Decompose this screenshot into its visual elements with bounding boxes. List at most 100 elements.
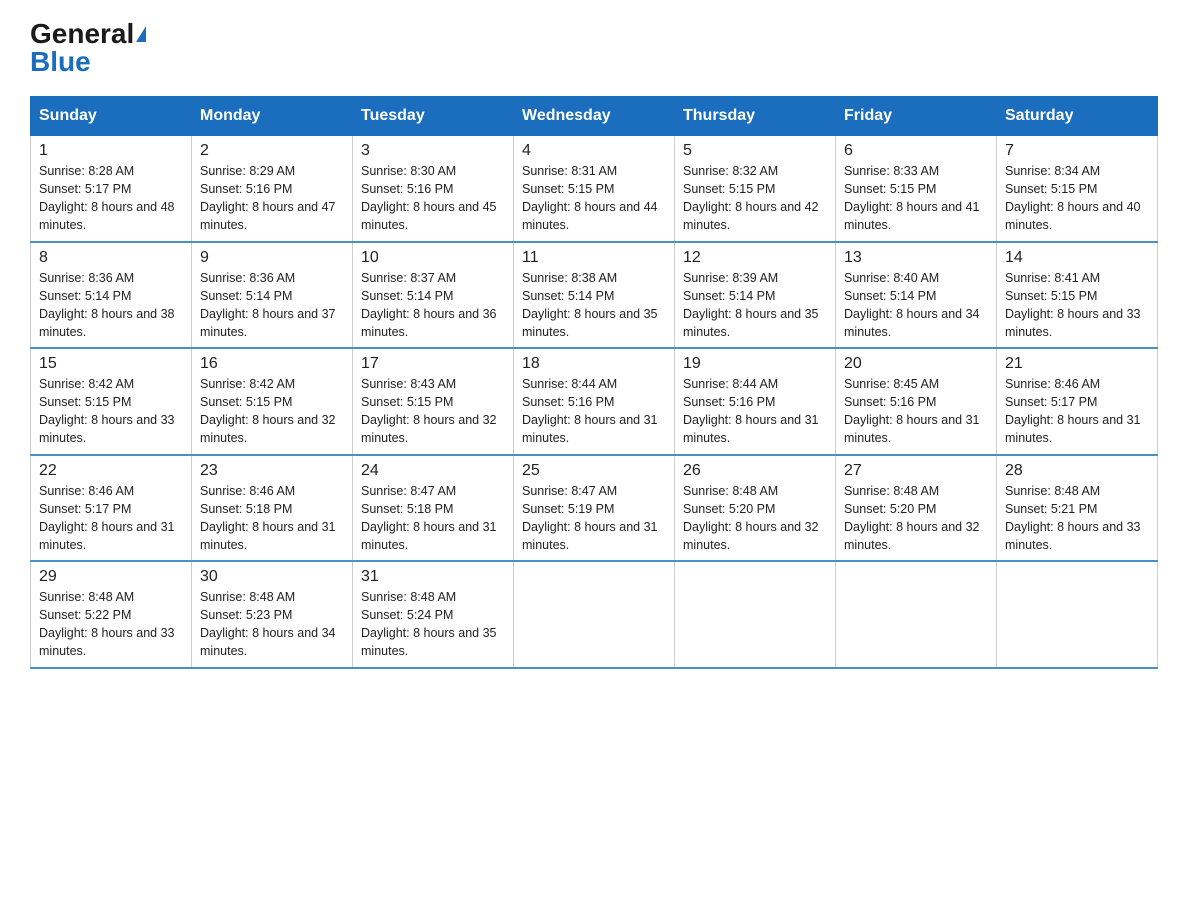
calendar-week-1: 1 Sunrise: 8:28 AMSunset: 5:17 PMDaylight… — [31, 136, 1158, 242]
weekday-header-friday: Friday — [836, 97, 997, 136]
calendar-day-cell — [514, 561, 675, 668]
calendar-week-5: 29Sunrise: 8:48 AMSunset: 5:22 PMDayligh… — [31, 561, 1158, 668]
day-info: Sunrise: 8:31 AMSunset: 5:15 PMDaylight:… — [522, 162, 666, 235]
day-info: Sunrise: 8:43 AMSunset: 5:15 PMDaylight:… — [361, 375, 505, 448]
calendar-day-cell: 23 Sunrise: 8:46 AMSunset: 5:18 PMDayligh… — [192, 455, 353, 562]
weekday-header-saturday: Saturday — [997, 97, 1158, 136]
day-info: Sunrise: 8:34 AMSunset: 5:15 PMDaylight:… — [1005, 162, 1149, 235]
day-number: 15 — [39, 355, 183, 373]
day-info: Sunrise: 8:47 AMSunset: 5:19 PMDaylight:… — [522, 482, 666, 555]
calendar-table: SundayMondayTuesdayWednesdayThursdayFrid… — [30, 96, 1158, 669]
day-info: Sunrise: 8:44 AMSunset: 5:16 PMDaylight:… — [522, 375, 666, 448]
day-number: 8 — [39, 249, 183, 267]
calendar-day-cell: 19 Sunrise: 8:44 AMSunset: 5:16 PMDayligh… — [675, 348, 836, 455]
calendar-day-cell: 17Sunrise: 8:43 AMSunset: 5:15 PMDayligh… — [353, 348, 514, 455]
day-info: Sunrise: 8:29 AMSunset: 5:16 PMDaylight:… — [200, 162, 344, 235]
day-number: 9 — [200, 249, 344, 267]
calendar-day-cell: 11 Sunrise: 8:38 AMSunset: 5:14 PMDayligh… — [514, 242, 675, 349]
day-number: 22 — [39, 462, 183, 480]
calendar-day-cell: 29Sunrise: 8:48 AMSunset: 5:22 PMDayligh… — [31, 561, 192, 668]
calendar-body: 1 Sunrise: 8:28 AMSunset: 5:17 PMDaylight… — [31, 136, 1158, 668]
day-info: Sunrise: 8:33 AMSunset: 5:15 PMDaylight:… — [844, 162, 988, 235]
day-number: 7 — [1005, 142, 1149, 160]
day-number: 28 — [1005, 462, 1149, 480]
day-info: Sunrise: 8:42 AMSunset: 5:15 PMDaylight:… — [200, 375, 344, 448]
weekday-header-sunday: Sunday — [31, 97, 192, 136]
calendar-day-cell — [675, 561, 836, 668]
calendar-day-cell: 27 Sunrise: 8:48 AMSunset: 5:20 PMDayligh… — [836, 455, 997, 562]
logo: General Blue — [30, 20, 146, 76]
calendar-day-cell: 31 Sunrise: 8:48 AMSunset: 5:24 PMDayligh… — [353, 561, 514, 668]
day-number: 5 — [683, 142, 827, 160]
day-info: Sunrise: 8:48 AMSunset: 5:21 PMDaylight:… — [1005, 482, 1149, 555]
day-number: 27 — [844, 462, 988, 480]
calendar-day-cell: 10 Sunrise: 8:37 AMSunset: 5:14 PMDayligh… — [353, 242, 514, 349]
calendar-day-cell: 26Sunrise: 8:48 AMSunset: 5:20 PMDayligh… — [675, 455, 836, 562]
day-number: 26 — [683, 462, 827, 480]
calendar-day-cell: 25 Sunrise: 8:47 AMSunset: 5:19 PMDayligh… — [514, 455, 675, 562]
calendar-day-cell: 6 Sunrise: 8:33 AMSunset: 5:15 PMDaylight… — [836, 136, 997, 242]
calendar-header: SundayMondayTuesdayWednesdayThursdayFrid… — [31, 97, 1158, 136]
calendar-day-cell — [836, 561, 997, 668]
weekday-header-thursday: Thursday — [675, 97, 836, 136]
day-number: 30 — [200, 568, 344, 586]
calendar-day-cell: 18 Sunrise: 8:44 AMSunset: 5:16 PMDayligh… — [514, 348, 675, 455]
calendar-day-cell: 3 Sunrise: 8:30 AMSunset: 5:16 PMDaylight… — [353, 136, 514, 242]
calendar-day-cell: 9 Sunrise: 8:36 AMSunset: 5:14 PMDaylight… — [192, 242, 353, 349]
day-number: 19 — [683, 355, 827, 373]
day-number: 31 — [361, 568, 505, 586]
day-info: Sunrise: 8:28 AMSunset: 5:17 PMDaylight:… — [39, 162, 183, 235]
logo-general-text: General — [30, 20, 134, 48]
day-number: 11 — [522, 249, 666, 267]
day-info: Sunrise: 8:48 AMSunset: 5:20 PMDaylight:… — [844, 482, 988, 555]
weekday-header-tuesday: Tuesday — [353, 97, 514, 136]
day-number: 12 — [683, 249, 827, 267]
day-info: Sunrise: 8:41 AMSunset: 5:15 PMDaylight:… — [1005, 269, 1149, 342]
day-info: Sunrise: 8:40 AMSunset: 5:14 PMDaylight:… — [844, 269, 988, 342]
day-info: Sunrise: 8:37 AMSunset: 5:14 PMDaylight:… — [361, 269, 505, 342]
day-number: 24 — [361, 462, 505, 480]
weekday-header-row: SundayMondayTuesdayWednesdayThursdayFrid… — [31, 97, 1158, 136]
weekday-header-monday: Monday — [192, 97, 353, 136]
day-info: Sunrise: 8:46 AMSunset: 5:17 PMDaylight:… — [39, 482, 183, 555]
calendar-week-2: 8 Sunrise: 8:36 AMSunset: 5:14 PMDaylight… — [31, 242, 1158, 349]
day-number: 16 — [200, 355, 344, 373]
day-info: Sunrise: 8:46 AMSunset: 5:18 PMDaylight:… — [200, 482, 344, 555]
calendar-day-cell: 8 Sunrise: 8:36 AMSunset: 5:14 PMDaylight… — [31, 242, 192, 349]
day-number: 13 — [844, 249, 988, 267]
calendar-day-cell: 20Sunrise: 8:45 AMSunset: 5:16 PMDayligh… — [836, 348, 997, 455]
day-info: Sunrise: 8:42 AMSunset: 5:15 PMDaylight:… — [39, 375, 183, 448]
day-number: 1 — [39, 142, 183, 160]
calendar-day-cell: 13 Sunrise: 8:40 AMSunset: 5:14 PMDayligh… — [836, 242, 997, 349]
day-info: Sunrise: 8:36 AMSunset: 5:14 PMDaylight:… — [200, 269, 344, 342]
day-number: 2 — [200, 142, 344, 160]
day-info: Sunrise: 8:46 AMSunset: 5:17 PMDaylight:… — [1005, 375, 1149, 448]
day-number: 21 — [1005, 355, 1149, 373]
day-info: Sunrise: 8:30 AMSunset: 5:16 PMDaylight:… — [361, 162, 505, 235]
day-number: 10 — [361, 249, 505, 267]
calendar-day-cell: 1 Sunrise: 8:28 AMSunset: 5:17 PMDaylight… — [31, 136, 192, 242]
calendar-day-cell: 24Sunrise: 8:47 AMSunset: 5:18 PMDayligh… — [353, 455, 514, 562]
calendar-day-cell: 4Sunrise: 8:31 AMSunset: 5:15 PMDaylight… — [514, 136, 675, 242]
calendar-day-cell: 7 Sunrise: 8:34 AMSunset: 5:15 PMDaylight… — [997, 136, 1158, 242]
page-header: General Blue — [30, 20, 1158, 76]
day-number: 6 — [844, 142, 988, 160]
day-info: Sunrise: 8:48 AMSunset: 5:24 PMDaylight:… — [361, 588, 505, 661]
logo-triangle-icon — [136, 26, 146, 42]
logo-blue-text: Blue — [30, 48, 91, 76]
day-info: Sunrise: 8:38 AMSunset: 5:14 PMDaylight:… — [522, 269, 666, 342]
day-info: Sunrise: 8:32 AMSunset: 5:15 PMDaylight:… — [683, 162, 827, 235]
day-info: Sunrise: 8:44 AMSunset: 5:16 PMDaylight:… — [683, 375, 827, 448]
day-info: Sunrise: 8:48 AMSunset: 5:23 PMDaylight:… — [200, 588, 344, 661]
day-number: 18 — [522, 355, 666, 373]
day-info: Sunrise: 8:36 AMSunset: 5:14 PMDaylight:… — [39, 269, 183, 342]
day-number: 14 — [1005, 249, 1149, 267]
calendar-week-3: 15 Sunrise: 8:42 AMSunset: 5:15 PMDayligh… — [31, 348, 1158, 455]
calendar-day-cell: 16 Sunrise: 8:42 AMSunset: 5:15 PMDayligh… — [192, 348, 353, 455]
calendar-day-cell: 28 Sunrise: 8:48 AMSunset: 5:21 PMDayligh… — [997, 455, 1158, 562]
day-number: 3 — [361, 142, 505, 160]
day-number: 23 — [200, 462, 344, 480]
day-info: Sunrise: 8:45 AMSunset: 5:16 PMDaylight:… — [844, 375, 988, 448]
day-number: 25 — [522, 462, 666, 480]
weekday-header-wednesday: Wednesday — [514, 97, 675, 136]
